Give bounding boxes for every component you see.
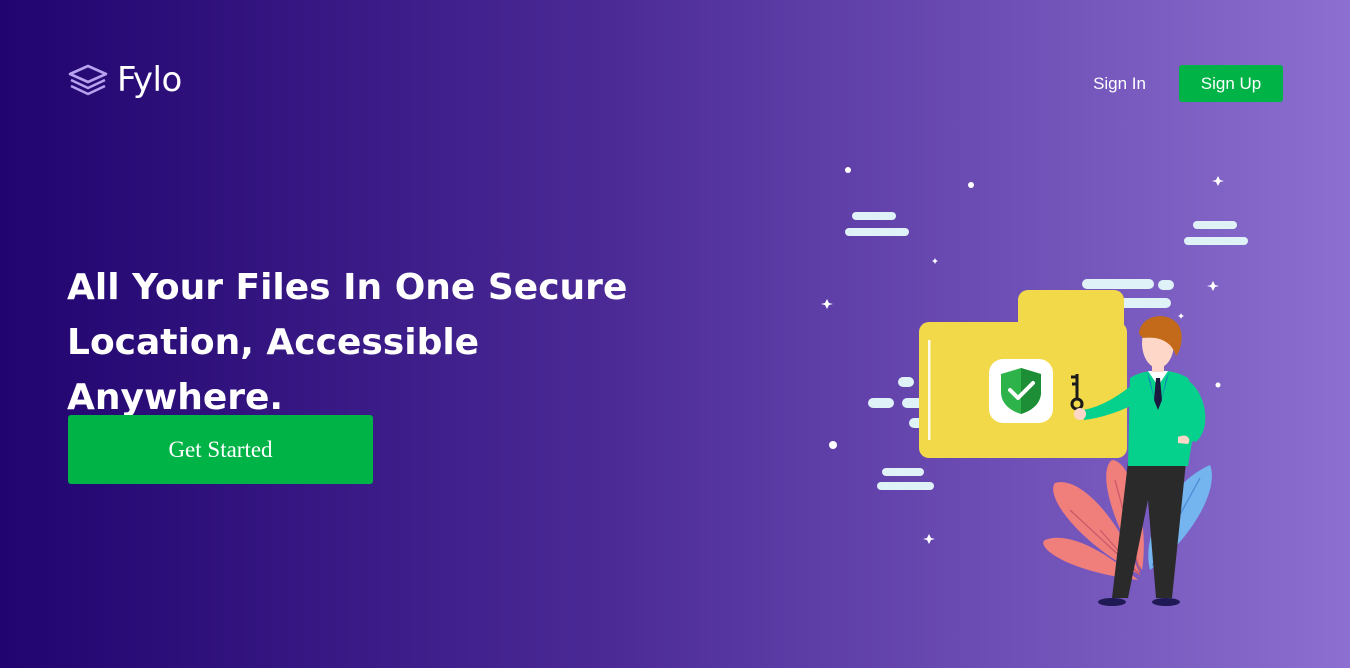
logo[interactable]: Fylo <box>67 60 182 100</box>
shield-check-icon <box>989 359 1053 423</box>
stacked-layers-icon <box>68 64 108 96</box>
top-nav: Sign In Sign Up <box>1093 65 1283 102</box>
hero-headline: All Your Files In One Secure Location, A… <box>67 267 628 418</box>
logo-text: Fylo <box>117 60 182 100</box>
sign-in-link[interactable]: Sign In <box>1093 74 1146 94</box>
sign-up-button[interactable]: Sign Up <box>1179 65 1283 102</box>
get-started-button[interactable]: Get Started <box>68 415 373 484</box>
hero-illustration <box>821 167 1248 606</box>
